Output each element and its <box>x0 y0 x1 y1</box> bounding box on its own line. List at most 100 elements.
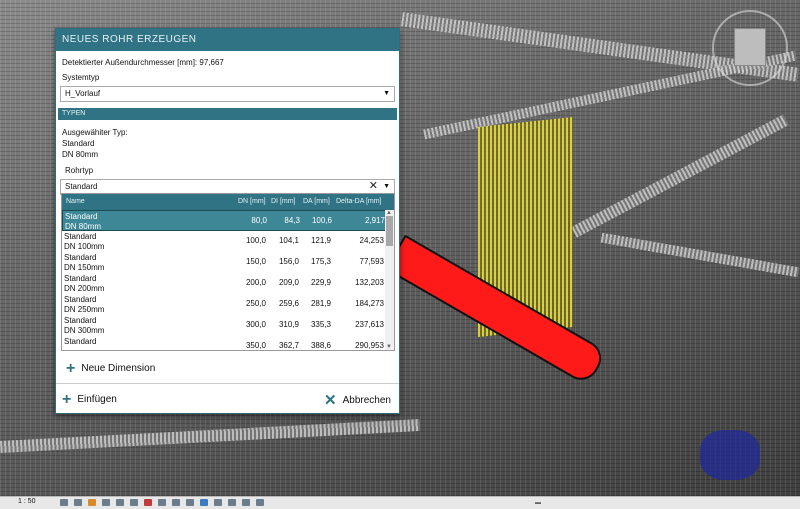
row-da: 229,9 <box>310 278 331 287</box>
system-type-label: Systemtyp <box>62 73 100 82</box>
dialog-title: NEUES ROHR ERZEUGEN <box>56 29 399 51</box>
table-header: Name DN [mm] DI [mm] DA [mm] Delta-DA [m… <box>62 194 394 210</box>
lock-view-icon[interactable] <box>158 499 166 506</box>
close-icon: ✕ <box>324 392 337 409</box>
selected-type-label: Ausgewähiter Typ: <box>62 128 128 137</box>
table-scrollbar[interactable]: ▲ ▼ <box>385 210 394 350</box>
chevron-down-icon[interactable]: ▼ <box>383 87 390 101</box>
table-row[interactable]: Standard DN 300mm 300,0 310,9 335,3 237,613 <box>62 315 394 336</box>
row-dn: 100,0 <box>245 236 266 245</box>
row-dimension: DN 200mm <box>64 284 105 293</box>
row-delta: 2,917 <box>364 216 385 225</box>
analytical-model-icon[interactable] <box>214 499 222 506</box>
row-name: Standard <box>64 337 97 346</box>
view-scale[interactable]: 1 : 50 <box>18 498 36 505</box>
cancel-button[interactable]: ✕ Abbrechen <box>324 391 391 409</box>
table-row[interactable]: Standard DN 200mm 200,0 209,0 229,9 132,203 <box>62 273 394 294</box>
crop-view-icon[interactable] <box>130 499 138 506</box>
row-dimension: DN 80mm <box>65 222 102 231</box>
reveal-constraints-icon[interactable] <box>242 499 250 506</box>
new-dimension-label: Neue Dimension <box>81 363 156 374</box>
row-da: 100,6 <box>311 216 332 225</box>
clear-x-icon[interactable]: ✕ <box>369 179 378 193</box>
column-header-delta[interactable]: Delta-DA [mm] <box>336 194 382 210</box>
selected-type-name: Standard <box>62 139 95 148</box>
chevron-down-icon[interactable]: ▼ <box>383 180 390 194</box>
row-di: 156,0 <box>278 257 299 266</box>
row-dn: 80,0 <box>251 216 267 225</box>
sun-path-icon[interactable] <box>88 499 96 506</box>
scroll-down-icon[interactable]: ▼ <box>386 344 392 350</box>
row-di: 310,9 <box>278 320 299 329</box>
row-dn: 250,0 <box>245 299 266 308</box>
row-da: 388,6 <box>310 341 331 350</box>
blue-pointcloud-region <box>700 430 760 480</box>
insert-button[interactable]: + Einfügen <box>62 391 117 409</box>
view-cube[interactable] <box>712 10 788 86</box>
table-row[interactable]: Standard DN 150mm 150,0 156,0 175,3 77,593 <box>62 252 394 273</box>
column-header-dn[interactable]: DN [mm] <box>238 194 266 210</box>
system-type-select[interactable]: H_Vorlauf ▼ <box>60 86 395 102</box>
row-da: 121,9 <box>310 236 331 245</box>
row-dimension: DN 250mm <box>64 305 105 314</box>
row-name: Standard <box>64 274 97 283</box>
system-type-value: H_Vorlauf <box>65 89 101 98</box>
row-dimension: DN 300mm <box>64 326 105 335</box>
reveal-hidden-icon[interactable] <box>186 499 194 506</box>
row-name: Standard <box>64 232 97 241</box>
row-name: Standard <box>64 253 97 262</box>
new-pipe-dialog: NEUES ROHR ERZEUGEN Detektierter Außendu… <box>55 28 400 414</box>
row-delta: 237,613 <box>355 320 384 329</box>
row-dimension: DN 100mm <box>64 242 105 251</box>
table-row[interactable]: Standard 350,0 362,7 388,6 290,953 <box>62 336 394 350</box>
row-delta: 77,593 <box>359 257 384 266</box>
column-header-da[interactable]: DA [mm] <box>303 194 330 210</box>
row-da: 335,3 <box>310 320 331 329</box>
row-dn: 200,0 <box>245 278 266 287</box>
pointcloud-beam <box>0 419 421 453</box>
row-dn: 150,0 <box>245 257 266 266</box>
row-da: 175,3 <box>310 257 331 266</box>
row-delta: 24,253 <box>359 236 384 245</box>
row-di: 84,3 <box>284 216 300 225</box>
types-section-header: TYPEN <box>58 108 397 120</box>
temporary-view-icon[interactable] <box>200 499 208 506</box>
row-da: 281,9 <box>310 299 331 308</box>
pipe-type-label: Rohrtyp <box>65 166 94 175</box>
detected-diameter: Detektierter Außendurchmesser [mm]: 97,6… <box>62 58 224 67</box>
row-dimension: DN 150mm <box>64 263 105 272</box>
view-cube-icon[interactable] <box>734 28 766 66</box>
scroll-thumb[interactable] <box>386 216 393 246</box>
table-row[interactable]: Standard DN 80mm 80,0 84,3 100,6 2,917 <box>62 210 394 231</box>
new-dimension-button[interactable]: + Neue Dimension <box>66 360 155 378</box>
detail-level-icon[interactable] <box>60 499 68 506</box>
row-delta: 184,273 <box>355 299 384 308</box>
row-name: Standard <box>64 295 97 304</box>
plus-icon: + <box>62 391 72 408</box>
worksharing-icon[interactable] <box>256 499 264 506</box>
table-row[interactable]: Standard DN 250mm 250,0 259,6 281,9 184,273 <box>62 294 394 315</box>
row-delta: 290,953 <box>355 341 384 350</box>
status-bar: 1 : 50 ▬ <box>0 496 800 509</box>
row-di: 209,0 <box>278 278 299 287</box>
show-crop-icon[interactable] <box>144 499 152 506</box>
column-header-name[interactable]: Name <box>66 194 85 210</box>
horizontal-scroll-handle[interactable]: ▬ <box>535 500 541 506</box>
row-dn: 300,0 <box>245 320 266 329</box>
shadows-icon[interactable] <box>102 499 110 506</box>
table-row[interactable]: Standard DN 100mm 100,0 104,1 121,9 24,253 <box>62 231 394 252</box>
insert-label: Einfügen <box>77 394 117 405</box>
visual-style-icon[interactable] <box>74 499 82 506</box>
row-dn: 350,0 <box>245 341 266 350</box>
row-di: 104,1 <box>278 236 299 245</box>
row-delta: 132,203 <box>355 278 384 287</box>
dimension-table: Name DN [mm] DI [mm] DA [mm] Delta-DA [m… <box>61 193 395 351</box>
highlight-displacement-icon[interactable] <box>228 499 236 506</box>
row-di: 259,6 <box>278 299 299 308</box>
render-icon[interactable] <box>116 499 124 506</box>
pointcloud-beam <box>600 232 800 278</box>
row-name: Standard <box>64 316 97 325</box>
hide-isolate-icon[interactable] <box>172 499 180 506</box>
column-header-di[interactable]: DI [mm] <box>271 194 296 210</box>
dialog-button-row: + Einfügen ✕ Abbrechen <box>56 383 399 414</box>
